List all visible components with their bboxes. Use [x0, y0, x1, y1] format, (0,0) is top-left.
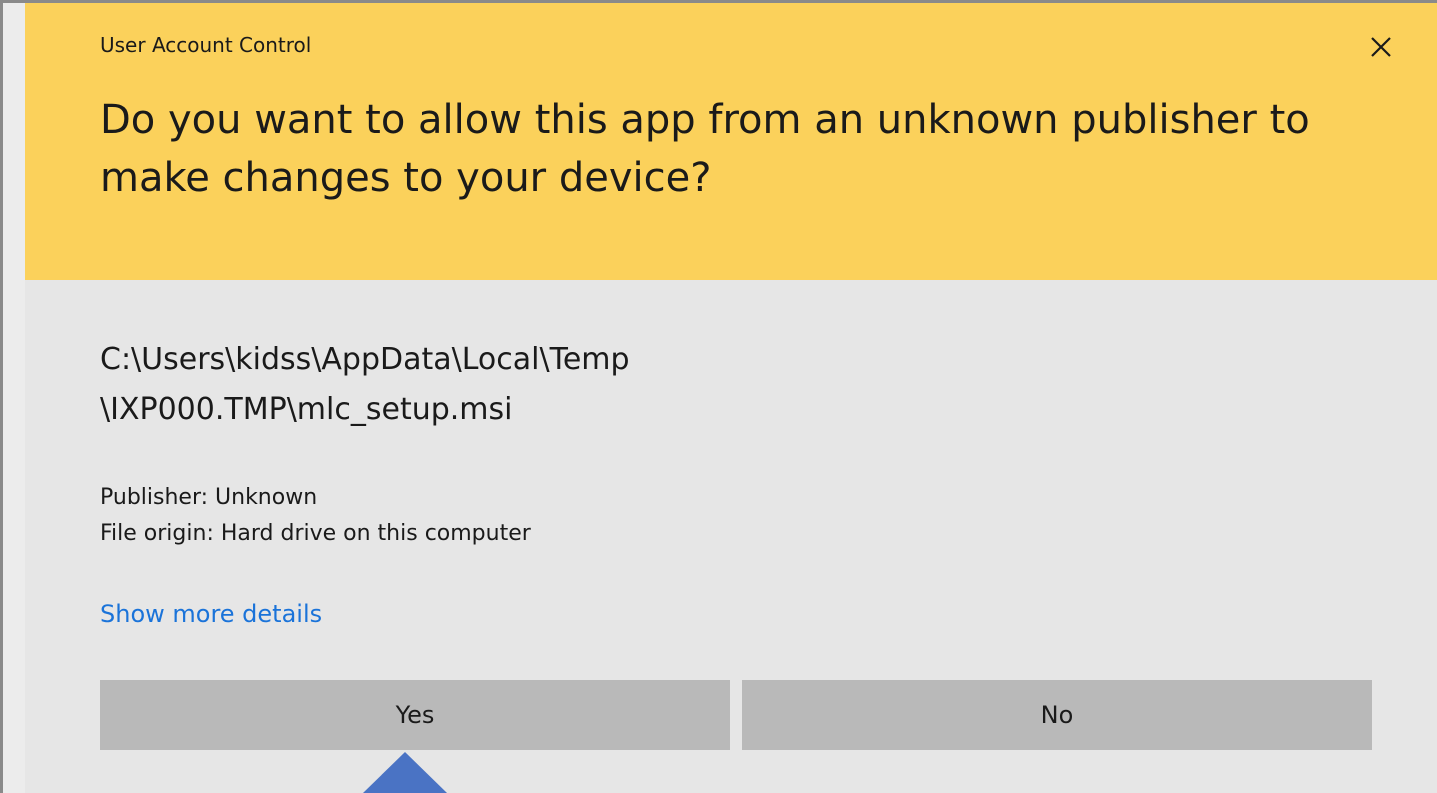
yes-button[interactable]: Yes — [100, 680, 730, 750]
file-origin-text: File origin: Hard drive on this computer — [100, 521, 531, 546]
dialog-header: User Account Control Do you want to allo… — [25, 3, 1437, 280]
program-path: C:\Users\kidss\AppData\Local\Temp \IXP00… — [100, 342, 630, 427]
dialog-body: C:\Users\kidss\AppData\Local\Temp \IXP00… — [25, 280, 1437, 793]
program-meta: Publisher: Unknown File origin: Hard dri… — [100, 480, 531, 552]
dialog-caption: User Account Control — [100, 33, 312, 57]
uac-dialog: User Account Control Do you want to allo… — [0, 0, 1437, 793]
no-button[interactable]: No — [742, 680, 1372, 750]
close-icon[interactable] — [1363, 29, 1399, 65]
publisher-text: Publisher: Unknown — [100, 485, 318, 510]
pointer-arrow-icon — [363, 752, 447, 793]
show-more-details-link[interactable]: Show more details — [100, 600, 322, 628]
dialog-left-strip — [3, 3, 25, 793]
dialog-question: Do you want to allow this app from an un… — [100, 97, 1310, 201]
